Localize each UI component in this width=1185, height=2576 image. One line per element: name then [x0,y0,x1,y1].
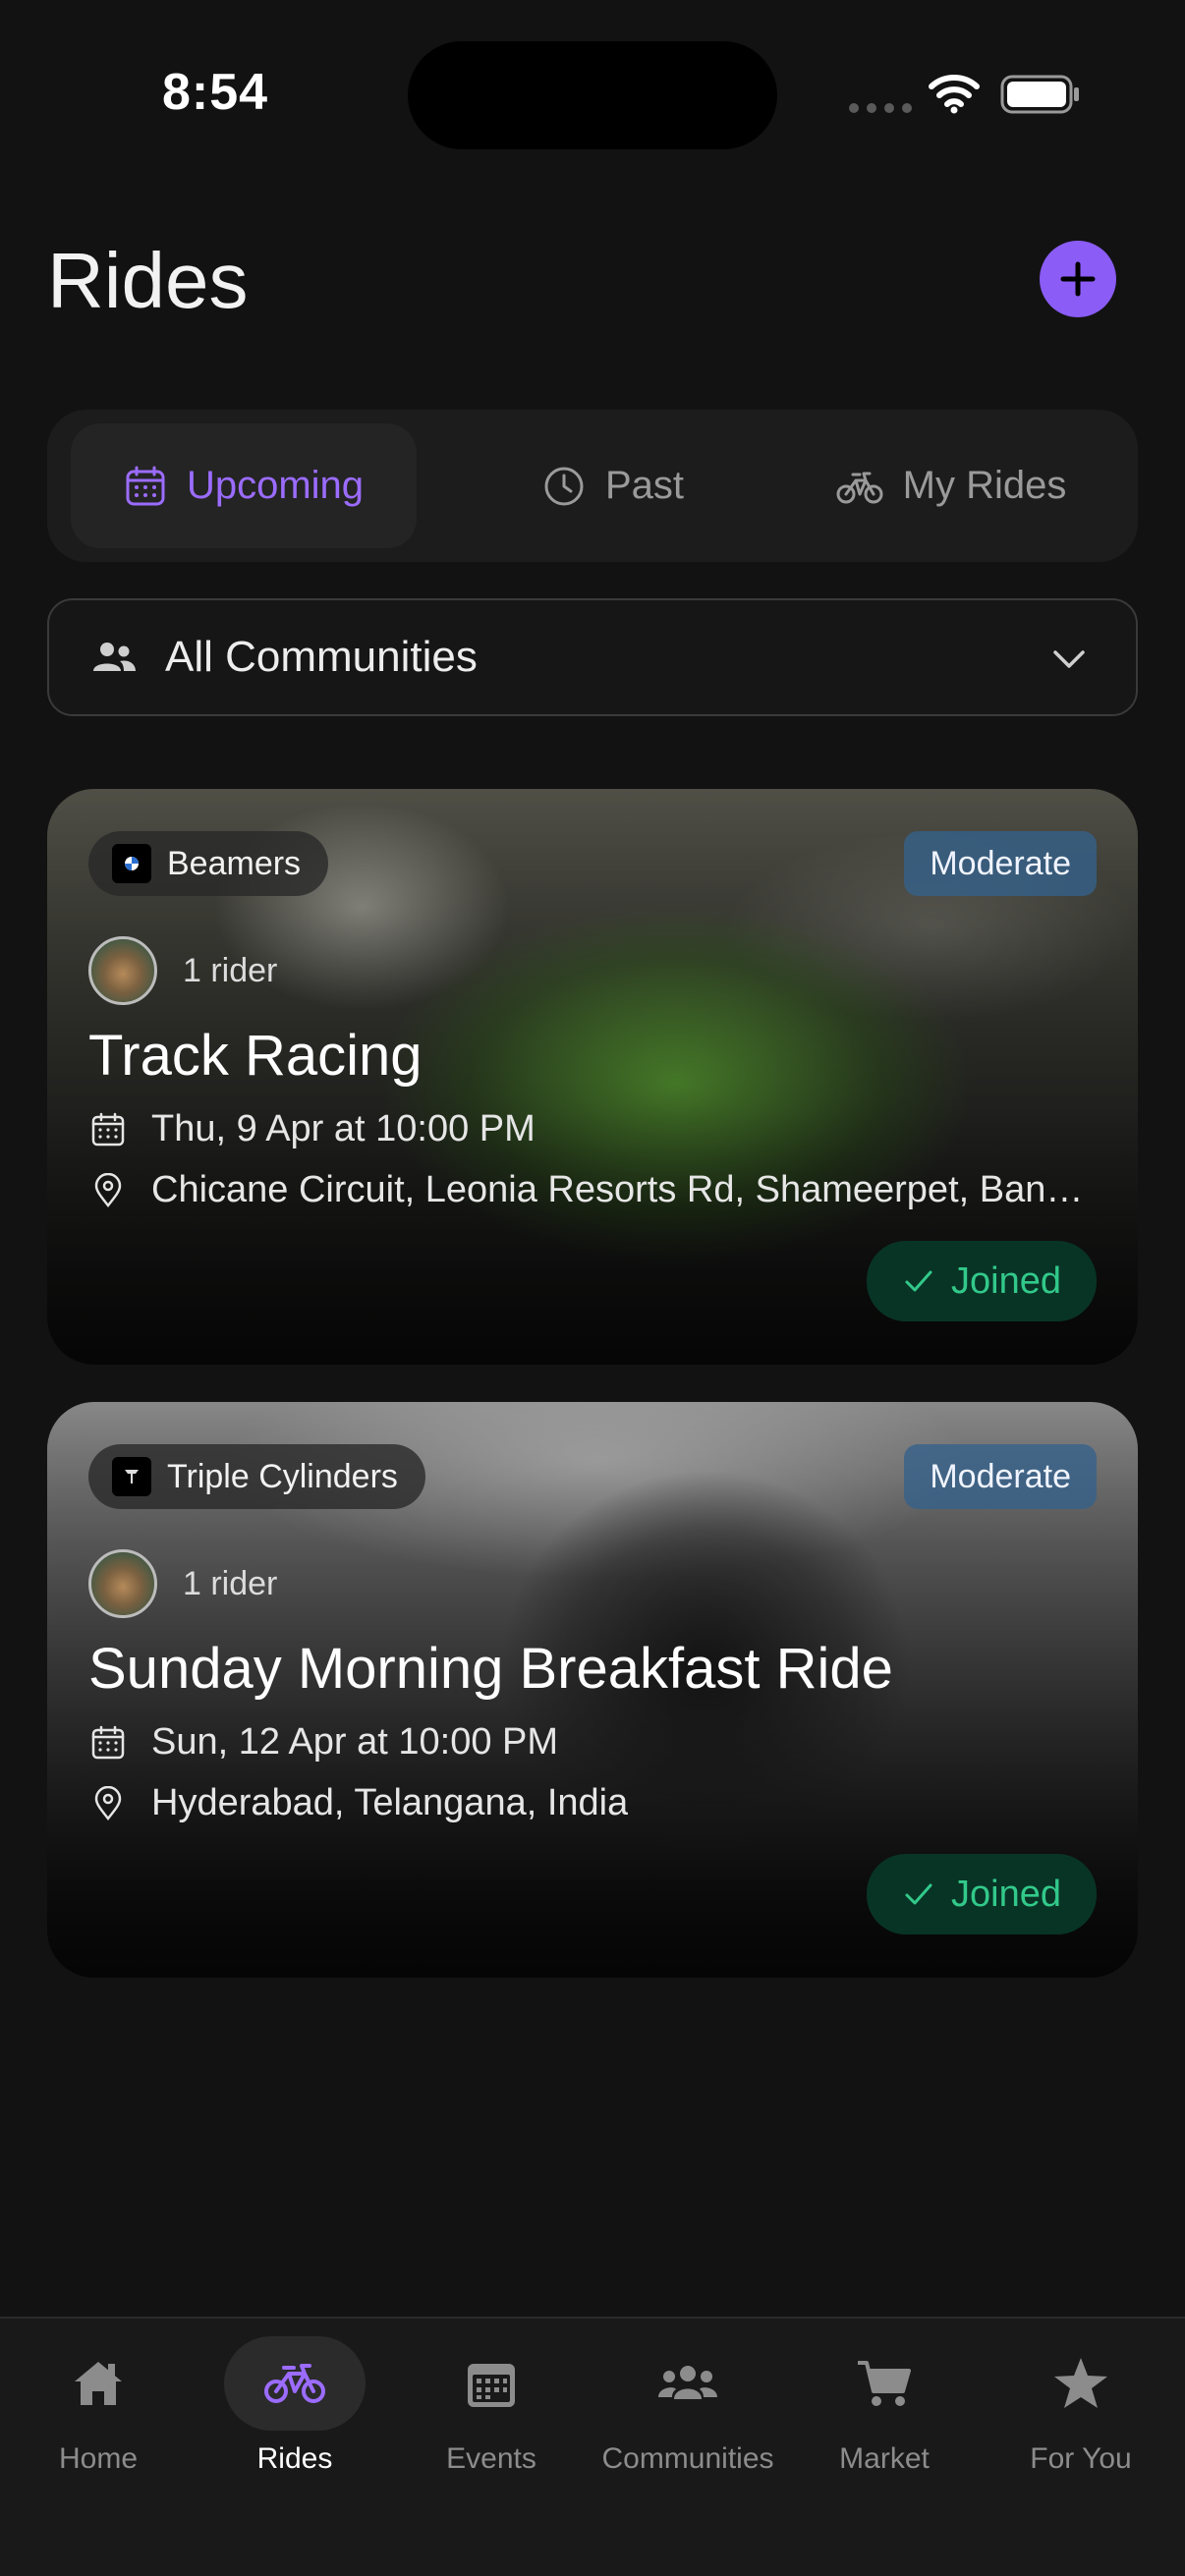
rides-screen: 8:54 Rides Upcoming Past My Rides All Co… [0,0,1185,2576]
tab-upcoming-label: Upcoming [186,464,365,507]
tab-past-label: Past [604,464,685,507]
rider-count: 1 rider [88,936,277,1005]
ride-location: Chicane Circuit, Leonia Resorts Rd, Sham… [90,1169,1093,1211]
community-filter-value: All Communities [165,633,478,681]
avatar [88,936,157,1005]
location-pin-icon [94,1785,122,1820]
wifi-icon [929,75,980,114]
location-pin-icon [94,1172,122,1207]
nav-rides[interactable]: Rides [197,2319,393,2515]
nav-events[interactable]: Events [393,2319,590,2515]
bicycle-icon [836,472,883,503]
ride-date-text: Thu, 9 Apr at 10:00 PM [151,1108,536,1149]
ride-date: Thu, 9 Apr at 10:00 PM [90,1108,536,1150]
difficulty-badge: Moderate [904,1444,1097,1509]
calendar-icon [468,2364,515,2407]
calendar-icon [126,466,165,505]
battery-icon [1000,75,1079,114]
calendar-icon [91,1725,125,1759]
tab-upcoming[interactable]: Upcoming [71,423,417,548]
joined-badge[interactable]: Joined [867,1854,1097,1934]
community-chip[interactable]: Triple Cylinders [88,1444,425,1509]
nav-market[interactable]: Market [786,2319,983,2515]
home-icon [75,2362,122,2405]
ride-location-text: Hyderabad, Telangana, India [151,1782,629,1823]
community-logo-icon [112,844,151,883]
calendar-icon [91,1112,125,1146]
community-name: Triple Cylinders [167,1457,398,1495]
avatar [88,1549,157,1618]
joined-label: Joined [951,1260,1061,1302]
nav-communities-label: Communities [601,2442,774,2475]
bottom-nav: Home Rides Events Communities Market For… [0,2317,1185,2576]
checkmark-icon [905,1270,932,1292]
dynamic-island [408,41,777,149]
ride-location-text: Chicane Circuit, Leonia Resorts Rd, Sham… [151,1169,1093,1210]
ride-location: Hyderabad, Telangana, India [90,1782,1093,1824]
rider-count-text: 1 rider [183,951,278,989]
tab-my-rides[interactable]: My Rides [774,423,1128,548]
nav-rides-label: Rides [256,2442,333,2475]
page-title: Rides [47,237,249,324]
nav-events-label: Events [446,2442,536,2475]
clock-icon [544,467,584,505]
community-name: Beamers [167,844,302,882]
cart-icon [858,2361,911,2406]
ride-card[interactable]: Triple Cylinders Moderate 1 rider Sunday… [47,1402,1138,1978]
community-logo-icon [112,1457,151,1496]
nav-for-you-label: For You [1030,2442,1132,2475]
chevron-down-icon [1053,650,1085,668]
ride-date-text: Sun, 12 Apr at 10:00 PM [151,1721,559,1763]
nav-home-label: Home [58,2442,139,2475]
star-icon [1054,2358,1107,2408]
ride-tabs: Upcoming Past My Rides [47,410,1138,562]
people-icon [658,2366,717,2399]
nav-home[interactable]: Home [0,2319,197,2515]
people-icon [93,643,136,671]
joined-label: Joined [951,1873,1061,1915]
add-ride-button[interactable] [1040,241,1116,317]
cellular-signal-icon [849,103,912,113]
rider-count: 1 rider [88,1549,277,1618]
rider-count-text: 1 rider [183,1564,278,1602]
difficulty-badge: Moderate [904,831,1097,896]
nav-for-you[interactable]: For You [983,2319,1179,2515]
nav-market-label: Market [839,2442,930,2475]
ride-card[interactable]: Beamers Moderate 1 rider Track Racing Th… [47,789,1138,1365]
tab-past[interactable]: Past [440,423,786,548]
nav-communities[interactable]: Communities [590,2319,786,2515]
status-time: 8:54 [162,64,269,121]
ride-date: Sun, 12 Apr at 10:00 PM [90,1721,558,1764]
ride-title: Sunday Morning Breakfast Ride [88,1637,893,1701]
joined-badge[interactable]: Joined [867,1241,1097,1321]
tab-my-rides-label: My Rides [902,464,1067,507]
community-chip[interactable]: Beamers [88,831,329,896]
plus-icon [1060,261,1096,297]
community-filter-select[interactable]: All Communities [47,598,1138,716]
ride-title: Track Racing [88,1024,423,1088]
bicycle-icon [264,2364,325,2403]
checkmark-icon [905,1883,932,1905]
